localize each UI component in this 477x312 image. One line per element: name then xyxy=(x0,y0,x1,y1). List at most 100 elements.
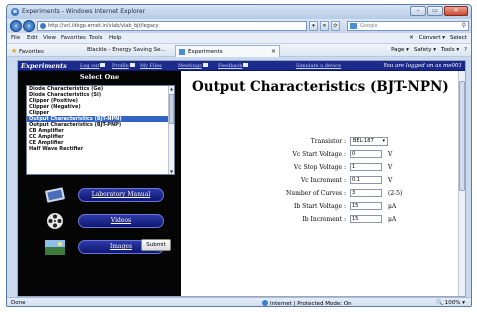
left-sidebar: Select One Diode Characteristics (Ge) Di… xyxy=(18,71,181,296)
safety-menu-button[interactable]: Safety ▾ xyxy=(414,47,436,53)
ib-start-unit: μA xyxy=(388,203,397,210)
forward-arrow-icon[interactable]: › xyxy=(23,20,35,32)
listbox-scrollbar[interactable]: ▲ ▼ xyxy=(168,86,174,174)
zoom-value: 100% xyxy=(444,300,461,306)
book-icon xyxy=(45,187,65,203)
stop-button[interactable]: ✕ xyxy=(320,21,329,31)
tab-experiments[interactable]: Experiments × xyxy=(175,45,280,57)
refresh-button[interactable]: ⟳ xyxy=(331,21,340,31)
back-arrow-icon[interactable]: ‹ xyxy=(10,20,22,32)
help-button[interactable]: ? xyxy=(464,47,467,53)
meetings-link[interactable]: Meetings xyxy=(178,63,208,69)
vc-start-field[interactable]: 0 xyxy=(350,150,382,158)
search-placeholder: Google xyxy=(360,23,378,29)
scroll-down-icon[interactable]: ▼ xyxy=(169,169,174,174)
transistor-row: Transistor : BEL-187 ▾ xyxy=(181,137,460,147)
vc-increment-field[interactable]: 0.1 xyxy=(350,176,382,184)
page-title: Output Characteristics (BJT-NPN) xyxy=(192,79,449,95)
search-provider-icon xyxy=(350,23,357,29)
globe-icon xyxy=(262,300,268,306)
vc-start-label: Vc Start Voltage : xyxy=(292,151,346,158)
num-curves-range: (2-5) xyxy=(388,190,403,197)
status-bar: Done Internet | Protected Mode: On 🔍 100… xyxy=(7,297,471,307)
select-button[interactable]: Select xyxy=(450,35,467,41)
vc-stop-unit: V xyxy=(388,164,393,171)
transistor-label: Transistor : xyxy=(310,138,346,145)
ib-start-row: Ib Start Voltage : 15 μA xyxy=(181,202,460,212)
browser-window: e Experiments - Windows Internet Explore… xyxy=(6,4,472,307)
menu-bar: File Edit View Favorites Tools Help ✕ Co… xyxy=(7,33,471,44)
site-brand: Experiments xyxy=(21,62,67,70)
menu-edit[interactable]: Edit xyxy=(27,35,38,41)
my-files-link[interactable]: My Files xyxy=(140,63,162,69)
experiment-listbox[interactable]: Diode Characteristics (Ge) Diode Charact… xyxy=(26,85,175,175)
security-zone[interactable]: Internet | Protected Mode: On xyxy=(262,300,352,307)
vc-increment-row: Vc Increment : 0.1 V xyxy=(181,176,460,186)
scroll-up-icon[interactable]: ▲ xyxy=(169,86,174,91)
submit-button[interactable]: Submit xyxy=(141,239,171,251)
address-input[interactable]: http://vcl.iitkgp.ernet.in/vlab/vlab_bjt… xyxy=(37,21,307,31)
window-title: Experiments - Windows Internet Explorer xyxy=(22,8,146,15)
ib-start-label: Ib Start Voltage : xyxy=(293,203,346,210)
ib-increment-field[interactable]: 15 xyxy=(350,215,382,223)
vc-stop-label: Vc Stop Voltage : xyxy=(293,164,346,171)
maximize-button[interactable]: ▭ xyxy=(427,6,443,16)
main-panel: Output Characteristics (BJT-NPN) Transis… xyxy=(181,71,460,296)
chevron-down-icon: ▾ xyxy=(382,138,385,144)
simulate-device-link[interactable]: Simulate a device xyxy=(296,63,341,69)
tab-label: Experiments xyxy=(188,49,223,55)
security-zone-label: Internet | Protected Mode: On xyxy=(270,301,352,307)
site-navbar: Experiments Log out Profile My Files Mee… xyxy=(18,61,465,71)
page-scroll-thumb[interactable] xyxy=(459,81,465,191)
close-button[interactable]: ✕ xyxy=(444,6,468,16)
page-scrollbar[interactable] xyxy=(458,71,465,296)
convert-button[interactable]: Convert ▾ xyxy=(419,35,445,41)
vc-increment-label: Vc Increment : xyxy=(300,177,346,184)
menu-help[interactable]: Help xyxy=(109,35,122,41)
minimize-button[interactable]: – xyxy=(410,6,426,16)
scroll-thumb[interactable] xyxy=(169,94,174,124)
close-icon[interactable]: × xyxy=(271,48,276,55)
vc-increment-unit: V xyxy=(388,177,393,184)
ib-increment-unit: μA xyxy=(388,216,397,223)
favorites-bar: ★ Favorites Blackle - Energy Saving Se..… xyxy=(7,44,471,57)
ib-increment-row: Ib Increment : 15 μA xyxy=(181,215,460,225)
num-curves-field[interactable]: 3 xyxy=(350,189,382,197)
address-dropdown-button[interactable]: ▾ xyxy=(309,21,318,31)
tools-menu-button[interactable]: Tools ▾ xyxy=(441,47,459,53)
ib-start-field[interactable]: 15 xyxy=(350,202,382,210)
num-curves-row: Number of Curves : 3 (2-5) xyxy=(181,189,460,199)
close-toolbar-button[interactable]: ✕ xyxy=(409,35,414,41)
profile-icon xyxy=(129,63,135,67)
page-content: Experiments Log out Profile My Files Mee… xyxy=(17,60,466,297)
title-bar: e Experiments - Windows Internet Explore… xyxy=(7,5,471,19)
logout-link[interactable]: Log out xyxy=(80,63,106,69)
menu-tools[interactable]: Tools xyxy=(89,35,103,41)
menu-view[interactable]: View xyxy=(43,35,56,41)
favorites-button[interactable]: ★ Favorites xyxy=(11,47,44,55)
search-icon[interactable]: ⚲ xyxy=(462,22,466,30)
feedback-link[interactable]: Feedback xyxy=(218,63,249,69)
page-menu-button[interactable]: Page ▾ xyxy=(391,47,409,53)
search-input[interactable]: Google ⚲ xyxy=(347,21,469,31)
menu-favorites[interactable]: Favorites xyxy=(61,35,86,41)
videos-item[interactable]: Videos xyxy=(32,211,172,231)
favorite-link[interactable]: Blackle - Energy Saving Se... xyxy=(87,47,166,53)
feedback-icon xyxy=(243,63,249,67)
vc-start-unit: V xyxy=(388,151,393,158)
image-icon xyxy=(45,240,65,255)
menu-file[interactable]: File xyxy=(11,35,20,41)
num-curves-label: Number of Curves : xyxy=(286,190,346,197)
laboratory-manual-item[interactable]: Laboratory Manual xyxy=(32,185,172,205)
ib-increment-label: Ib Increment : xyxy=(302,216,346,223)
meetings-icon xyxy=(202,63,208,67)
address-toolbar: ‹ › http://vcl.iitkgp.ernet.in/vlab/vlab… xyxy=(7,19,471,33)
profile-link[interactable]: Profile xyxy=(112,63,135,69)
transistor-select[interactable]: BEL-187 ▾ xyxy=(350,137,388,146)
zoom-level[interactable]: 🔍 100% ▾ xyxy=(436,300,465,306)
laboratory-manual-link[interactable]: Laboratory Manual xyxy=(78,188,164,202)
list-item[interactable]: Half Wave Rectifier xyxy=(27,146,174,152)
address-url: http://vcl.iitkgp.ernet.in/vlab/vlab_bjt… xyxy=(48,23,159,29)
vc-stop-field[interactable]: 1 xyxy=(350,163,382,171)
videos-link[interactable]: Videos xyxy=(78,214,164,228)
